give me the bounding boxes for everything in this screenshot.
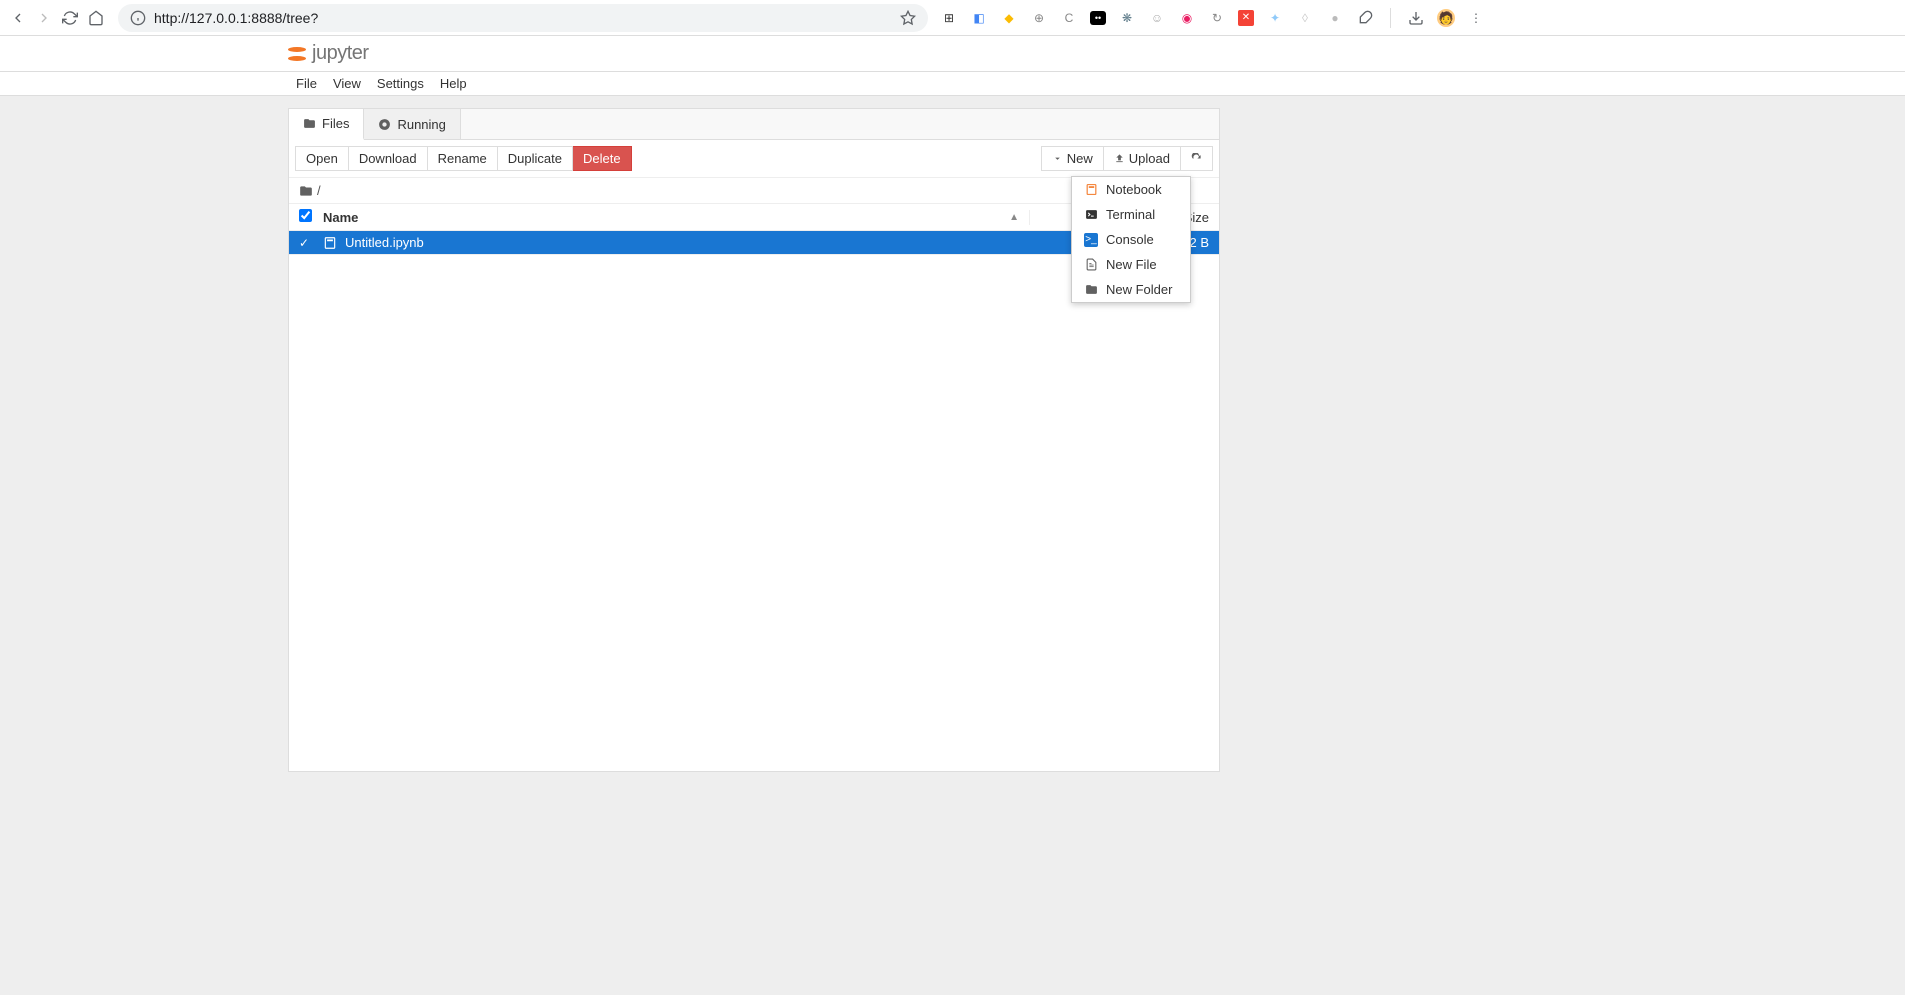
menu-file[interactable]: File bbox=[288, 73, 325, 94]
jupyter-logo-text: jupyter bbox=[312, 42, 369, 65]
menu-new-file[interactable]: New File bbox=[1072, 252, 1190, 277]
chrome-menu-icon[interactable]: ⋮ bbox=[1467, 9, 1485, 27]
menu-console-label: Console bbox=[1106, 232, 1154, 247]
ext-icon-10[interactable]: ↻ bbox=[1208, 9, 1226, 27]
ext-icon-6[interactable]: •• bbox=[1090, 11, 1106, 25]
browser-toolbar: ⊞ ◧ ◆ ⊕ C •• ❋ ☺ ◉ ↻ ✕ ✦ ◊ ● 🧑 ⋮ bbox=[0, 0, 1905, 36]
tab-row: Files Running bbox=[289, 109, 1219, 140]
toolbar: Open Download Rename Duplicate Delete Ne… bbox=[289, 140, 1219, 178]
divider bbox=[1390, 8, 1391, 28]
file-browser-panel: Files Running Open Download Rename Dupli… bbox=[288, 108, 1220, 772]
ext-icon-14[interactable]: ● bbox=[1326, 9, 1344, 27]
new-button-label: New bbox=[1067, 151, 1093, 166]
upload-button[interactable]: Upload bbox=[1104, 146, 1181, 171]
menu-view[interactable]: View bbox=[325, 73, 369, 94]
tab-running[interactable]: Running bbox=[364, 109, 460, 139]
nav-reload-button[interactable] bbox=[60, 8, 80, 28]
ext-icon-12[interactable]: ✦ bbox=[1266, 9, 1284, 27]
site-info-icon[interactable] bbox=[130, 10, 146, 26]
duplicate-button[interactable]: Duplicate bbox=[498, 146, 573, 171]
ext-icon-13[interactable]: ◊ bbox=[1296, 9, 1314, 27]
new-button[interactable]: New bbox=[1041, 146, 1104, 171]
terminal-icon bbox=[1084, 208, 1098, 222]
nav-home-button[interactable] bbox=[86, 8, 106, 28]
menu-terminal-label: Terminal bbox=[1106, 207, 1155, 222]
profile-icon[interactable]: 🧑 bbox=[1437, 9, 1455, 27]
download-button[interactable]: Download bbox=[349, 146, 428, 171]
refresh-icon bbox=[1191, 153, 1202, 164]
jupyter-logo-icon bbox=[288, 45, 306, 63]
menu-notebook-label: Notebook bbox=[1106, 182, 1162, 197]
ext-icon-7[interactable]: ❋ bbox=[1118, 9, 1136, 27]
notebook-file-icon bbox=[323, 236, 337, 250]
menu-settings[interactable]: Settings bbox=[369, 73, 432, 94]
menu-new-notebook[interactable]: Notebook bbox=[1072, 177, 1190, 202]
refresh-button[interactable] bbox=[1181, 146, 1213, 171]
nav-back-button[interactable] bbox=[8, 8, 28, 28]
file-icon bbox=[1084, 258, 1098, 272]
tab-running-label: Running bbox=[397, 117, 445, 132]
downloads-icon[interactable] bbox=[1407, 9, 1425, 27]
star-icon[interactable] bbox=[900, 10, 916, 26]
select-all-checkbox[interactable] bbox=[299, 209, 312, 222]
tab-files[interactable]: Files bbox=[289, 109, 364, 140]
extensions-icon[interactable] bbox=[1356, 9, 1374, 27]
folder-icon bbox=[299, 184, 313, 198]
address-bar[interactable] bbox=[118, 4, 928, 32]
menu-bar: File View Settings Help bbox=[0, 72, 1905, 96]
upload-button-label: Upload bbox=[1129, 151, 1170, 166]
jupyter-header: jupyter bbox=[0, 36, 1905, 72]
nav-forward-button[interactable] bbox=[34, 8, 54, 28]
url-input[interactable] bbox=[154, 10, 892, 26]
file-list: ✓ Untitled.ipynb 2 B bbox=[289, 231, 1219, 771]
delete-button[interactable]: Delete bbox=[573, 146, 632, 171]
tab-files-label: Files bbox=[322, 116, 349, 131]
breadcrumb-root: / bbox=[317, 183, 321, 198]
ext-icon-1[interactable]: ⊞ bbox=[940, 9, 958, 27]
newfolder-icon bbox=[1084, 283, 1098, 297]
console-icon: >_ bbox=[1084, 233, 1098, 247]
open-button[interactable]: Open bbox=[295, 146, 349, 171]
rename-button[interactable]: Rename bbox=[428, 146, 498, 171]
menu-newfile-label: New File bbox=[1106, 257, 1157, 272]
notebook-icon bbox=[1084, 183, 1098, 197]
ext-icon-3[interactable]: ◆ bbox=[1000, 9, 1018, 27]
ext-icon-11[interactable]: ✕ bbox=[1238, 10, 1254, 26]
file-name-label: Untitled.ipynb bbox=[345, 235, 424, 250]
menu-new-terminal[interactable]: Terminal bbox=[1072, 202, 1190, 227]
ext-icon-8[interactable]: ☺ bbox=[1148, 9, 1166, 27]
menu-help[interactable]: Help bbox=[432, 73, 475, 94]
column-name-header[interactable]: Name ▲ bbox=[323, 210, 1029, 225]
check-icon[interactable]: ✓ bbox=[299, 236, 309, 250]
sort-arrow-icon: ▲ bbox=[1009, 212, 1019, 223]
new-dropdown-menu: Notebook Terminal >_ Console New File bbox=[1071, 176, 1191, 303]
extensions-row: ⊞ ◧ ◆ ⊕ C •• ❋ ☺ ◉ ↻ ✕ ✦ ◊ ● 🧑 ⋮ bbox=[940, 8, 1489, 28]
ext-icon-2[interactable]: ◧ bbox=[970, 9, 988, 27]
folder-icon bbox=[303, 117, 316, 130]
ext-icon-4[interactable]: ⊕ bbox=[1030, 9, 1048, 27]
menu-new-console[interactable]: >_ Console bbox=[1072, 227, 1190, 252]
menu-new-folder[interactable]: New Folder bbox=[1072, 277, 1190, 302]
running-icon bbox=[378, 118, 391, 131]
jupyter-logo[interactable]: jupyter bbox=[288, 42, 369, 65]
menu-newfolder-label: New Folder bbox=[1106, 282, 1172, 297]
ext-icon-9[interactable]: ◉ bbox=[1178, 9, 1196, 27]
caret-down-icon bbox=[1052, 153, 1063, 164]
ext-icon-5[interactable]: C bbox=[1060, 9, 1078, 27]
upload-icon bbox=[1114, 153, 1125, 164]
